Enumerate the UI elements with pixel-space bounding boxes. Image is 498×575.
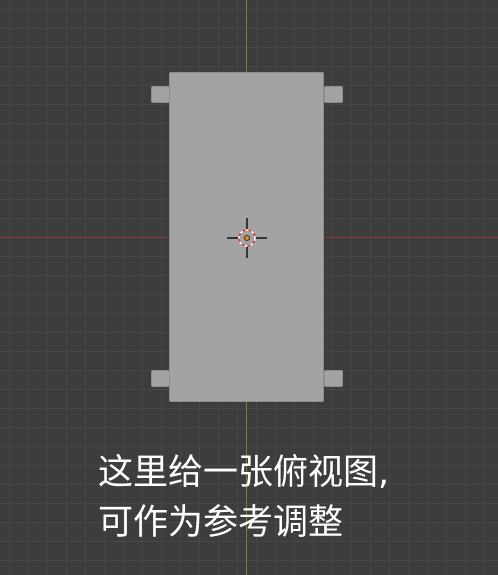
wheel-front-right[interactable]: [324, 86, 343, 103]
origin-dot: [244, 235, 250, 241]
wheel-rear-left[interactable]: [151, 370, 170, 387]
caption-overlay: 这里给一张俯视图, 可作为参考调整: [98, 448, 458, 548]
3d-viewport[interactable]: 这里给一张俯视图, 可作为参考调整: [0, 0, 498, 575]
wheel-rear-right[interactable]: [324, 370, 343, 387]
3d-cursor-icon[interactable]: [227, 218, 267, 258]
caption-line-1: 这里给一张俯视图,: [98, 453, 390, 493]
wheel-front-left[interactable]: [151, 86, 170, 103]
caption-line-2: 可作为参考调整: [98, 503, 344, 543]
